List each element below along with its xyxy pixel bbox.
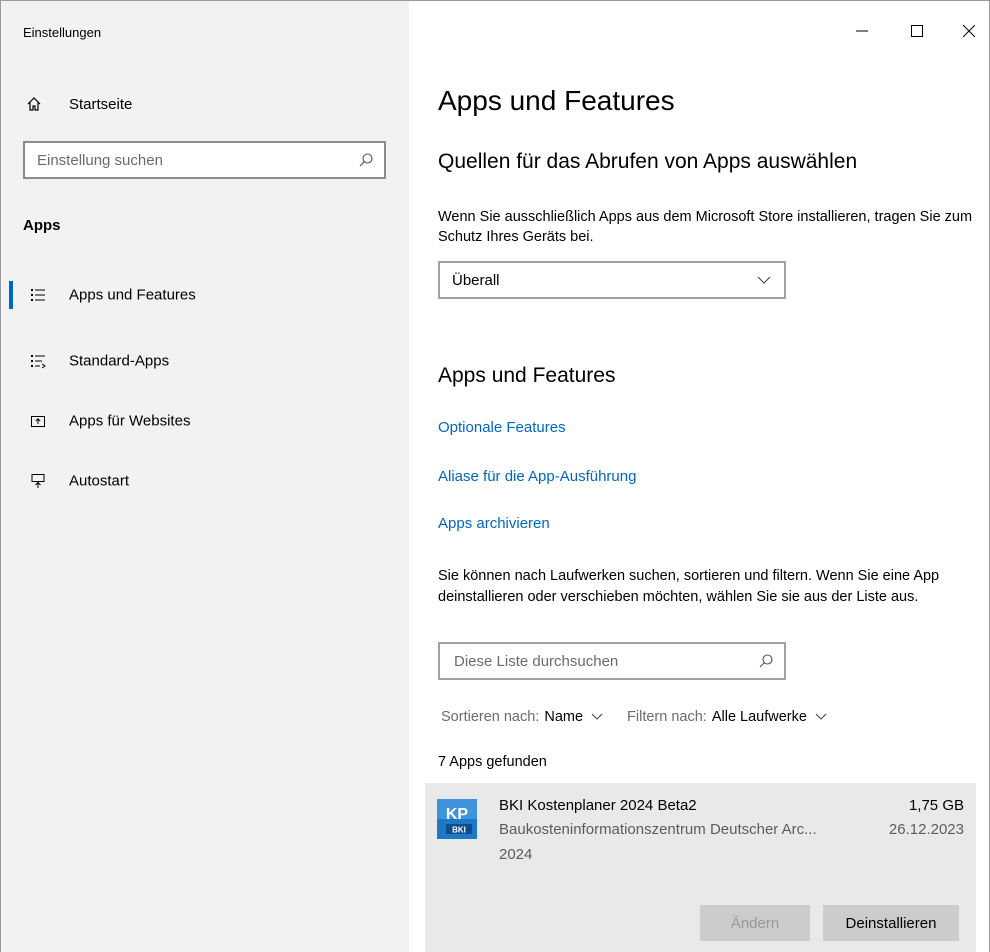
window-title: Einstellungen	[23, 25, 102, 40]
sources-description: Wenn Sie ausschließlich Apps aus dem Mic…	[438, 209, 973, 245]
settings-search-input[interactable]: Einstellung suchen	[23, 141, 386, 179]
sort-label: Sortieren nach:	[441, 709, 540, 725]
app-install-date: 26.12.2023	[888, 821, 964, 838]
sidebar-item-apps-features[interactable]: Apps und Features	[1, 273, 409, 317]
bki-app-icon: KP BKI	[437, 799, 477, 839]
search-icon[interactable]	[748, 653, 784, 669]
sidebar-item-label: Autostart	[69, 472, 130, 490]
app-execution-aliases-link[interactable]: Aliase für die App-Ausführung	[438, 468, 636, 485]
optional-features-link[interactable]: Optionale Features	[438, 419, 566, 436]
settings-search-placeholder: Einstellung suchen	[37, 151, 163, 169]
app-version: 2024	[499, 846, 533, 863]
app-source-value: Überall	[452, 271, 500, 289]
sidebar: Einstellungen Startseite Einstellung suc…	[1, 1, 409, 952]
apps-features-heading: Apps und Features	[438, 364, 616, 387]
chevron-down-icon	[815, 713, 827, 721]
page-title: Apps und Features	[438, 85, 675, 116]
apps-list-icon	[29, 286, 47, 304]
settings-window: Einstellungen Startseite Einstellung suc…	[0, 0, 990, 952]
sidebar-item-label: Apps und Features	[69, 286, 196, 304]
chevron-down-icon	[591, 713, 603, 721]
app-size: 1,75 GB	[908, 797, 964, 814]
sidebar-item-autostart[interactable]: Autostart	[1, 451, 409, 511]
sidebar-item-standard-apps[interactable]: Standard-Apps	[1, 331, 409, 391]
home-icon	[23, 93, 45, 115]
filter-label: Filtern nach:	[627, 709, 707, 725]
startup-icon	[29, 472, 47, 490]
app-icon-text-top: KP	[446, 806, 469, 823]
app-name: BKI Kostenplaner 2024 Beta2	[499, 797, 697, 814]
app-source-dropdown[interactable]: Überall	[438, 261, 786, 299]
sidebar-item-label: Standard-Apps	[69, 352, 170, 370]
app-icon-text-bottom: BKI	[452, 826, 466, 835]
apps-websites-icon	[29, 412, 47, 430]
sidebar-item-apps-websites[interactable]: Apps für Websites	[1, 391, 409, 451]
sort-value: Name	[544, 709, 584, 725]
sidebar-item-label: Apps für Websites	[69, 412, 191, 430]
chevron-down-icon	[744, 276, 784, 284]
apps-found-count: 7 Apps gefunden	[438, 754, 547, 770]
sidebar-section-title: Apps	[23, 217, 61, 234]
sort-dropdown[interactable]: Sortieren nach: Name	[441, 709, 603, 725]
home-link[interactable]: Startseite	[23, 93, 132, 115]
app-publisher: Baukosteninformationszentrum Deutscher A…	[499, 821, 817, 838]
uninstall-button[interactable]: Deinstallieren	[823, 905, 959, 941]
main-content: Apps und Features Quellen für das Abrufe…	[409, 1, 990, 952]
app-list-search-input[interactable]: Diese Liste durchsuchen	[438, 642, 786, 680]
filter-dropdown[interactable]: Filtern nach: Alle Laufwerke	[627, 709, 827, 725]
active-indicator	[9, 281, 13, 309]
app-list-search-placeholder: Diese Liste durchsuchen	[454, 652, 619, 670]
archive-apps-link[interactable]: Apps archivieren	[438, 515, 550, 532]
search-icon[interactable]	[348, 152, 384, 168]
apps-list-description: Sie können nach Laufwerken suchen, sorti…	[438, 568, 940, 605]
filter-value: Alle Laufwerke	[711, 709, 807, 725]
sources-heading: Quellen für das Abrufen von Apps auswähl…	[438, 150, 858, 173]
app-list-item[interactable]: KP BKI BKI Kostenplaner 2024 Beta2 1,75 …	[425, 783, 976, 952]
sort-filter-bar: Sortieren nach: Name Filtern nach: Alle …	[441, 709, 827, 725]
sidebar-nav: Apps und Features Standard-Apps Apps für…	[1, 273, 409, 511]
modify-button[interactable]: Ändern	[700, 905, 810, 941]
home-label: Startseite	[69, 95, 133, 113]
default-apps-icon	[29, 352, 47, 370]
